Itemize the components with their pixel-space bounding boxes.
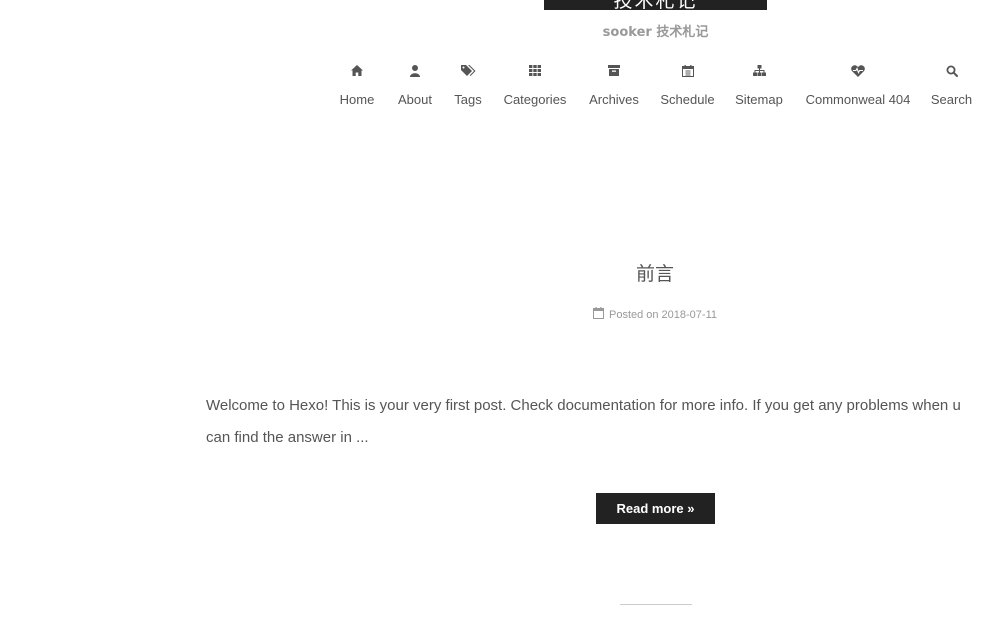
site-title-text: 技术札记 <box>613 0 697 10</box>
heartbeat-icon <box>803 65 913 83</box>
menu-label: Schedule <box>660 92 715 107</box>
post-excerpt: Welcome to Hexo! This is your very first… <box>206 390 997 454</box>
menu-item-about[interactable]: About <box>395 63 435 109</box>
menu-item-schedule[interactable]: Schedule <box>660 63 715 109</box>
menu-item-commonweal-404[interactable]: Commonweal 404 <box>803 63 913 109</box>
post-meta-label: Posted on <box>609 308 659 321</box>
calendar-icon <box>660 65 715 83</box>
search-icon <box>929 65 974 83</box>
archive-icon <box>587 65 641 83</box>
menu-item-home[interactable]: Home <box>337 63 377 109</box>
site-subtitle: sooker 技术札记 <box>602 25 709 40</box>
menu-label: Commonweal 404 <box>805 92 911 107</box>
menu-label: Tags <box>454 92 482 107</box>
menu-label: Sitemap <box>735 92 783 107</box>
menu-label: About <box>398 92 432 107</box>
menu-label: Archives <box>589 92 639 107</box>
menu-item-sitemap[interactable]: Sitemap <box>734 63 784 109</box>
read-more-button[interactable]: Read more » <box>596 493 715 524</box>
calendar-icon <box>593 307 609 322</box>
home-icon <box>337 65 377 83</box>
post-title[interactable]: 前言 <box>520 259 790 286</box>
sitemap-icon <box>734 65 784 83</box>
menu-label: Search <box>930 92 973 107</box>
user-icon <box>395 65 435 83</box>
menu-item-categories[interactable]: Categories <box>502 63 568 109</box>
site-title[interactable]: 技术札记 <box>544 0 767 10</box>
page: 技术札记 sooker 技术札记 Home About Tags <box>0 0 997 620</box>
menu-label: Categories <box>503 92 567 107</box>
menu-label: Home <box>339 92 375 107</box>
post-meta: Posted on 2018-07-11 <box>520 307 790 322</box>
grid-icon <box>502 65 568 83</box>
post-excerpt-line: Welcome to Hexo! This is your very first… <box>206 397 961 414</box>
post-date: 2018-07-11 <box>661 308 717 321</box>
post-divider <box>620 604 692 605</box>
menu-item-search[interactable]: Search <box>929 63 974 109</box>
menu-item-tags[interactable]: Tags <box>452 63 484 109</box>
menu-item-archives[interactable]: Archives <box>587 63 641 109</box>
tags-icon <box>452 65 484 83</box>
post-excerpt-line: can find the answer in ... <box>206 429 369 446</box>
